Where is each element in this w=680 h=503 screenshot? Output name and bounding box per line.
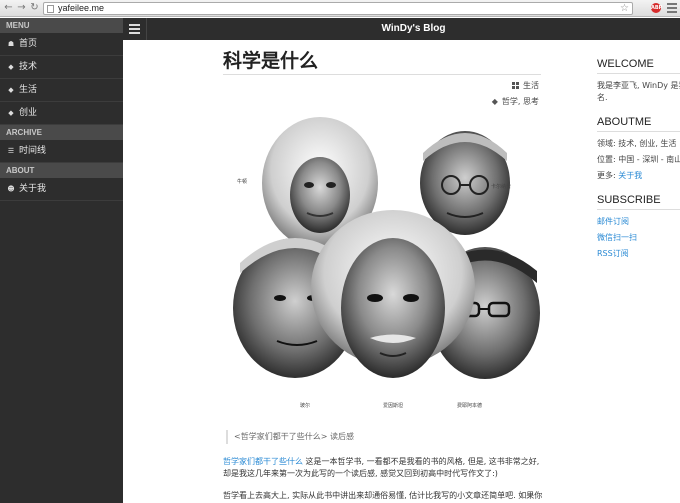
philosophers-image: 牛顿 卡尔纳普 玻尔 爱因斯坦 费耶阿本德 — [225, 113, 545, 413]
sidebar: MENU ☗ 首页 ◆ 技术 ◆ 生活 ◆ 创业 ARCHIVE ☰ 时间线 A… — [0, 18, 123, 503]
label-einstein: 爱因斯坦 — [383, 402, 403, 409]
sidebar-item-timeline[interactable]: ☰ 时间线 — [0, 140, 123, 163]
sidebar-item-home[interactable]: ☗ 首页 — [0, 33, 123, 56]
category-icon — [512, 82, 519, 89]
blog-title[interactable]: WinDy's Blog — [147, 18, 680, 40]
page-icon — [47, 5, 54, 13]
sidebar-item-tech[interactable]: ◆ 技术 — [0, 56, 123, 79]
user-icon: ☻ — [7, 184, 15, 193]
sidebar-item-about-me[interactable]: ☻ 关于我 — [0, 178, 123, 201]
sidebar-item-label: 首页 — [19, 38, 38, 49]
sidebar-item-label: 生活 — [19, 84, 38, 95]
tag-icon: ◆ — [8, 108, 14, 117]
archive-header: ARCHIVE — [0, 125, 123, 140]
divider — [223, 74, 541, 75]
back-button[interactable]: ← — [3, 2, 14, 14]
post-quote: <哲学家们都干了些什么> 读后感 — [226, 430, 546, 444]
forward-button[interactable]: → — [16, 2, 27, 14]
field-text: 领域: 技术, 创业, 生活 — [597, 139, 677, 148]
aboutme-title: ABOUTME — [597, 116, 680, 132]
post-paragraph: 哲学家们都干了些什么 这是一本哲学书, 一看都不是我看的书的风格, 但是, 这书… — [223, 456, 546, 480]
post-title: 科学是什么 — [223, 50, 319, 72]
post-tags[interactable]: ◆ 哲学, 思考 — [492, 96, 539, 107]
menu-header: MENU — [0, 18, 123, 33]
tags-label: 哲学, 思考 — [501, 97, 539, 106]
browser-toolbar: ← → ↻ yafeilee.me ☆ ABP — [0, 0, 680, 17]
right-sidebar: WELCOME 我是李亚飞, WinDy 是我 名. ABOUTME 领域: 技… — [597, 58, 680, 260]
label-feyerabend: 费耶阿本德 — [457, 402, 482, 409]
label-carnap: 卡尔纳普 — [491, 183, 511, 190]
label-newton: 牛顿 — [237, 178, 247, 185]
top-bar: WinDy's Blog — [123, 18, 680, 40]
location-text: 位置: 中国 - 深圳 - 南山 — [597, 155, 680, 164]
about-header: ABOUT — [0, 163, 123, 178]
book-link[interactable]: 哲学家们都干了些什么 — [223, 457, 303, 466]
list-icon: ☰ — [7, 146, 15, 155]
sidebar-item-label: 技术 — [19, 61, 38, 72]
sidebar-item-life[interactable]: ◆ 生活 — [0, 79, 123, 102]
browser-menu-icon[interactable] — [667, 3, 677, 13]
rss-subscribe-link[interactable]: RSS订阅 — [597, 248, 680, 260]
wechat-subscribe-link[interactable]: 微信扫一扫 — [597, 232, 680, 244]
bookmark-star-icon[interactable]: ☆ — [620, 3, 629, 14]
about-me-link[interactable]: 关于我 — [618, 171, 642, 180]
tag-icon: ◆ — [8, 85, 14, 94]
subscribe-title: SUBSCRIBE — [597, 194, 680, 210]
url-text: yafeilee.me — [58, 3, 105, 13]
sidebar-item-label: 创业 — [19, 107, 38, 118]
more-label: 更多: — [597, 171, 619, 180]
post-paragraph: 哲学看上去高大上, 实际从此书中讲出来却通俗易懂, 估计比我写的小文章还简单吧.… — [223, 491, 543, 500]
home-icon: ☗ — [7, 39, 15, 48]
welcome-text: 我是李亚飞, WinDy 是我 — [597, 81, 680, 90]
sidebar-item-label: 关于我 — [19, 183, 47, 194]
tag-icon: ◆ — [491, 97, 498, 106]
label-bohr: 玻尔 — [300, 402, 310, 409]
welcome-text-cont: 名. — [597, 93, 608, 102]
sidebar-item-label: 时间线 — [19, 145, 47, 156]
welcome-title: WELCOME — [597, 58, 680, 74]
reload-button[interactable]: ↻ — [29, 2, 40, 14]
hamburger-menu-icon[interactable] — [129, 24, 140, 34]
address-bar[interactable]: yafeilee.me ☆ — [43, 2, 633, 15]
more-line: 更多: 关于我 — [597, 170, 680, 182]
adblock-icon[interactable]: ABP — [651, 3, 662, 13]
category-label: 生活 — [523, 81, 539, 90]
post-category[interactable]: 生活 — [512, 80, 539, 91]
email-subscribe-link[interactable]: 邮件订阅 — [597, 216, 680, 228]
tag-icon: ◆ — [8, 62, 14, 71]
sidebar-item-startup[interactable]: ◆ 创业 — [0, 102, 123, 125]
